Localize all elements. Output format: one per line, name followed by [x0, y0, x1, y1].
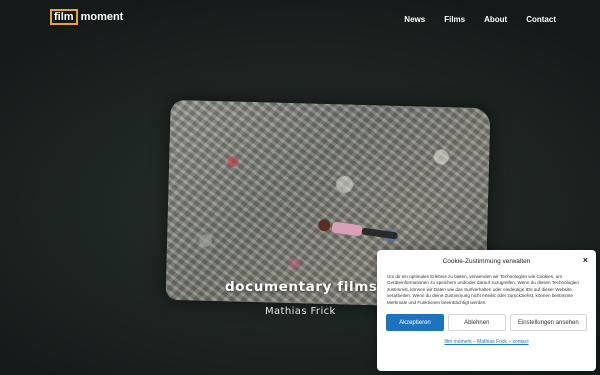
- close-icon[interactable]: ×: [583, 255, 588, 265]
- hero-subtitle: Mathias Frick: [265, 306, 336, 317]
- hero-title: documentary films: [225, 279, 378, 295]
- cookie-buttons: Akzeptieren Ablehnen Einstellungen anseh…: [385, 314, 588, 332]
- nav-item-news[interactable]: News: [404, 15, 425, 24]
- figure-head: [317, 218, 332, 233]
- cookie-link-contact[interactable]: film moment – Mathias Frick – contact: [444, 339, 528, 345]
- main-nav: News Films About Contact: [404, 15, 556, 24]
- logo-text: moment: [80, 11, 124, 23]
- nav-item-about[interactable]: About: [484, 15, 507, 24]
- site-logo[interactable]: film moment: [50, 9, 123, 25]
- figure-body: [331, 221, 363, 237]
- logo-boxed-text: film: [50, 9, 78, 25]
- view-settings-button[interactable]: Einstellungen ansehen: [509, 314, 588, 332]
- cookie-links: film moment – Mathias Frick – contact: [385, 339, 588, 345]
- nav-item-contact[interactable]: Contact: [526, 15, 556, 24]
- accept-button[interactable]: Akzeptieren: [386, 314, 444, 332]
- cookie-description: Um dir ein optimales Erlebnis zu bieten,…: [387, 274, 579, 305]
- cookie-title: Cookie-Zustimmung verwalten: [442, 258, 531, 265]
- cookie-consent-dialog: Cookie-Zustimmung verwalten × Um dir ein…: [377, 250, 596, 371]
- deny-button[interactable]: Ablehnen: [447, 314, 506, 332]
- figure-legs: [361, 227, 399, 240]
- nav-item-films[interactable]: Films: [444, 15, 465, 24]
